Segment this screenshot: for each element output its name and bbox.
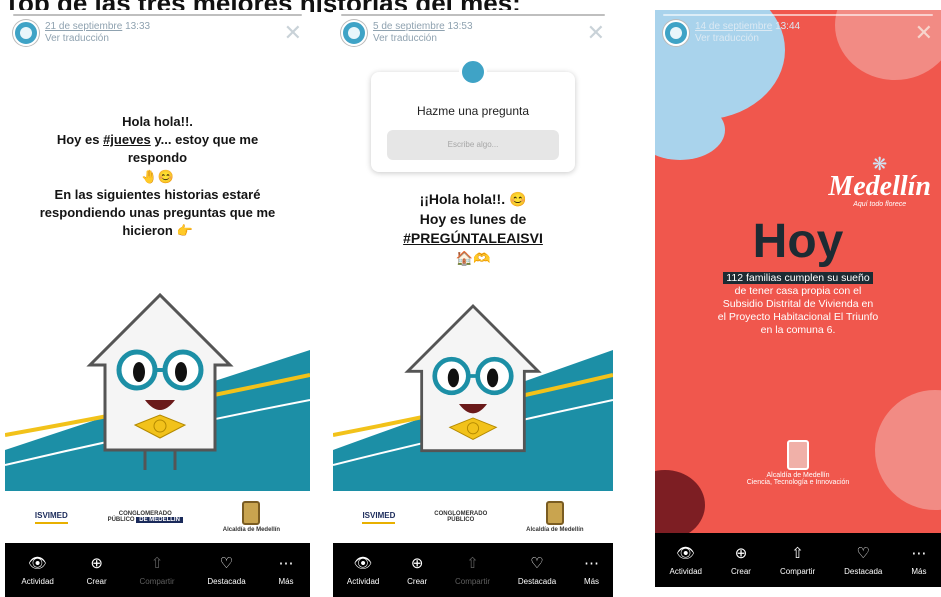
story-text: ¡¡Hola hola!!. 😊 Hoy es lunes de #PREGÚN… — [333, 190, 613, 268]
activity-eye-icon: 👁 — [28, 554, 48, 572]
tab-mas[interactable]: ⋯ Más — [584, 555, 599, 586]
story-progress-bar — [341, 14, 605, 16]
hashtag-link[interactable]: #jueves — [103, 132, 151, 147]
house-mascot-illustration — [404, 304, 542, 453]
tab-crear[interactable]: ⊕ Crear — [407, 555, 427, 586]
avatar[interactable] — [13, 20, 39, 46]
question-title: Hazme una pregunta — [416, 104, 530, 118]
crest-icon — [545, 501, 564, 525]
highlight-icon: ♡ — [219, 554, 234, 572]
share-icon: ⇧ — [791, 544, 804, 562]
story-actions-bar: 👁 Actividad ⊕ Crear ⇧ Compartir ♡ Destacada … — [655, 533, 941, 587]
story-line: En las siguientes historias estaré — [54, 186, 261, 202]
highlight-icon: ♡ — [530, 554, 544, 572]
conglomerado-logo: CONGLOMERADO PÚBLICO DE MEDELLÍN — [108, 511, 183, 523]
story-card-2[interactable]: 5 de septiembre 13:53 Ver traducción ✕ H… — [333, 10, 613, 597]
tab-destacada[interactable]: ♡ Destacada — [518, 555, 556, 586]
activity-eye-icon: 👁 — [676, 544, 696, 562]
tab-actividad[interactable]: 👁 Actividad — [21, 555, 53, 586]
tab-mas[interactable]: ⋯ Más — [911, 545, 926, 576]
story-date[interactable]: 14 de septiembre — [695, 21, 772, 32]
question-sticker[interactable]: Hazme una pregunta Escribe algo... — [371, 58, 575, 172]
story-time: 13:44 — [775, 21, 801, 32]
tab-actividad[interactable]: 👁 Actividad — [347, 555, 379, 586]
story-subtitle[interactable]: Ver traducción — [373, 33, 437, 44]
story-meta: 14 de septiembre 13:44 Ver traducción — [695, 21, 909, 45]
share-icon: ⇧ — [466, 554, 479, 572]
story-card-3[interactable]: 14 de septiembre 13:44 Ver traducción ✕ … — [655, 10, 941, 587]
story-header: 5 de septiembre 13:53 Ver traducción ✕ — [341, 18, 605, 48]
story-line: respondo — [127, 150, 188, 166]
more-icon: ⋯ — [584, 554, 599, 572]
story-card-1[interactable]: 21 de septiembre 13:33 Ver traducción ✕ … — [5, 10, 310, 597]
story-meta: 5 de septiembre 13:53 Ver traducción — [373, 21, 581, 45]
story-line: Hola hola!!. — [122, 114, 193, 129]
alcaldia-logo: Alcaldía de Medellín Ciencia, Tecnología… — [738, 440, 858, 486]
tab-crear[interactable]: ⊕ Crear — [87, 555, 107, 586]
avatar[interactable] — [663, 20, 689, 46]
story-body: 112 familias cumplen su sueño de tener c… — [717, 272, 879, 336]
story-line: 🏠🫶 — [455, 249, 491, 266]
close-icon[interactable]: ✕ — [284, 22, 302, 44]
partner-logos: ISVIMED CONGLOMERADO PÚBLICO Alcaldía de… — [333, 491, 613, 543]
story-meta: 21 de septiembre 13:33 Ver traducción — [45, 21, 278, 45]
house-mascot-illustration — [86, 292, 234, 470]
create-icon: ⊕ — [410, 554, 424, 572]
share-icon: ⇧ — [150, 554, 164, 572]
story-time: 13:33 — [125, 21, 151, 32]
partner-logos: ISVIMED CONGLOMERADO PÚBLICO DE MEDELLÍN… — [5, 491, 310, 543]
story-line: 🤚😊 — [141, 168, 174, 184]
hashtag-link[interactable]: #PREGÚNTALEAISVI — [403, 230, 543, 246]
tab-compartir[interactable]: ⇧ Compartir — [139, 555, 174, 586]
story-date[interactable]: 5 de septiembre — [373, 21, 445, 32]
tab-destacada[interactable]: ♡ Destacada — [844, 545, 882, 576]
isvimed-logo: ISVIMED — [34, 511, 68, 524]
story-progress-bar — [663, 14, 933, 16]
story-line: ¡¡Hola hola!!. 😊 — [419, 191, 527, 207]
story-header: 21 de septiembre 13:33 Ver traducción ✕ — [13, 18, 302, 48]
highlight-icon: ♡ — [856, 544, 870, 562]
story-line: y... estoy que me — [150, 132, 259, 148]
medellin-brand: ❋ Medellín Aquí todo florece — [828, 154, 931, 208]
create-icon: ⊕ — [90, 554, 103, 572]
tab-mas[interactable]: ⋯ Más — [278, 555, 293, 586]
activity-eye-icon: 👁 — [353, 554, 373, 572]
avatar — [459, 58, 487, 86]
alcaldia-logo: Alcaldía de Medellín — [223, 501, 280, 533]
tab-destacada[interactable]: ♡ Destacada — [207, 555, 245, 586]
story-subtitle[interactable]: Ver traducción — [45, 33, 109, 44]
story-date[interactable]: 21 de septiembre — [45, 21, 122, 32]
tab-compartir[interactable]: ⇧ Compartir — [780, 545, 815, 576]
isvimed-logo: ISVIMED — [362, 511, 396, 524]
tab-actividad[interactable]: 👁 Actividad — [670, 545, 702, 576]
story-line: Hoy es lunes de — [419, 210, 527, 227]
question-input[interactable]: Escribe algo... — [387, 130, 559, 160]
conglomerado-logo: CONGLOMERADO PÚBLICO — [434, 511, 488, 523]
avatar[interactable] — [341, 20, 367, 46]
create-icon: ⊕ — [734, 544, 748, 562]
story-line: Hoy es — [56, 132, 104, 148]
more-icon: ⋯ — [278, 554, 294, 572]
story-line: hicieron 👉 — [122, 223, 193, 239]
story-line: respondiendo unas preguntas que me — [39, 204, 276, 220]
story-header: 14 de septiembre 13:44 Ver traducción ✕ — [663, 18, 933, 48]
tab-compartir[interactable]: ⇧ Compartir — [455, 555, 490, 586]
crest-icon — [787, 440, 809, 470]
story-actions-bar: 👁 Actividad ⊕ Crear ⇧ Compartir ♡ Destacada … — [333, 543, 613, 597]
story-time: 13:53 — [447, 21, 473, 32]
story-actions-bar: 👁 Actividad ⊕ Crear ⇧ Compartir ♡ Destacada … — [5, 543, 310, 597]
story-text: Hola hola!!. Hoy es #jueves y... estoy q… — [5, 113, 310, 240]
story-headline: Hoy — [752, 215, 844, 268]
tab-crear[interactable]: ⊕ Crear — [731, 545, 751, 576]
close-icon[interactable]: ✕ — [915, 22, 933, 44]
highlight-text: 112 familias cumplen su sueño — [723, 272, 873, 284]
story-subtitle[interactable]: Ver traducción — [695, 33, 759, 44]
more-icon: ⋯ — [911, 544, 927, 562]
crest-icon — [242, 501, 261, 525]
alcaldia-logo: Alcaldía de Medellín — [526, 501, 584, 533]
story-progress-bar — [13, 14, 302, 16]
close-icon[interactable]: ✕ — [587, 22, 605, 44]
